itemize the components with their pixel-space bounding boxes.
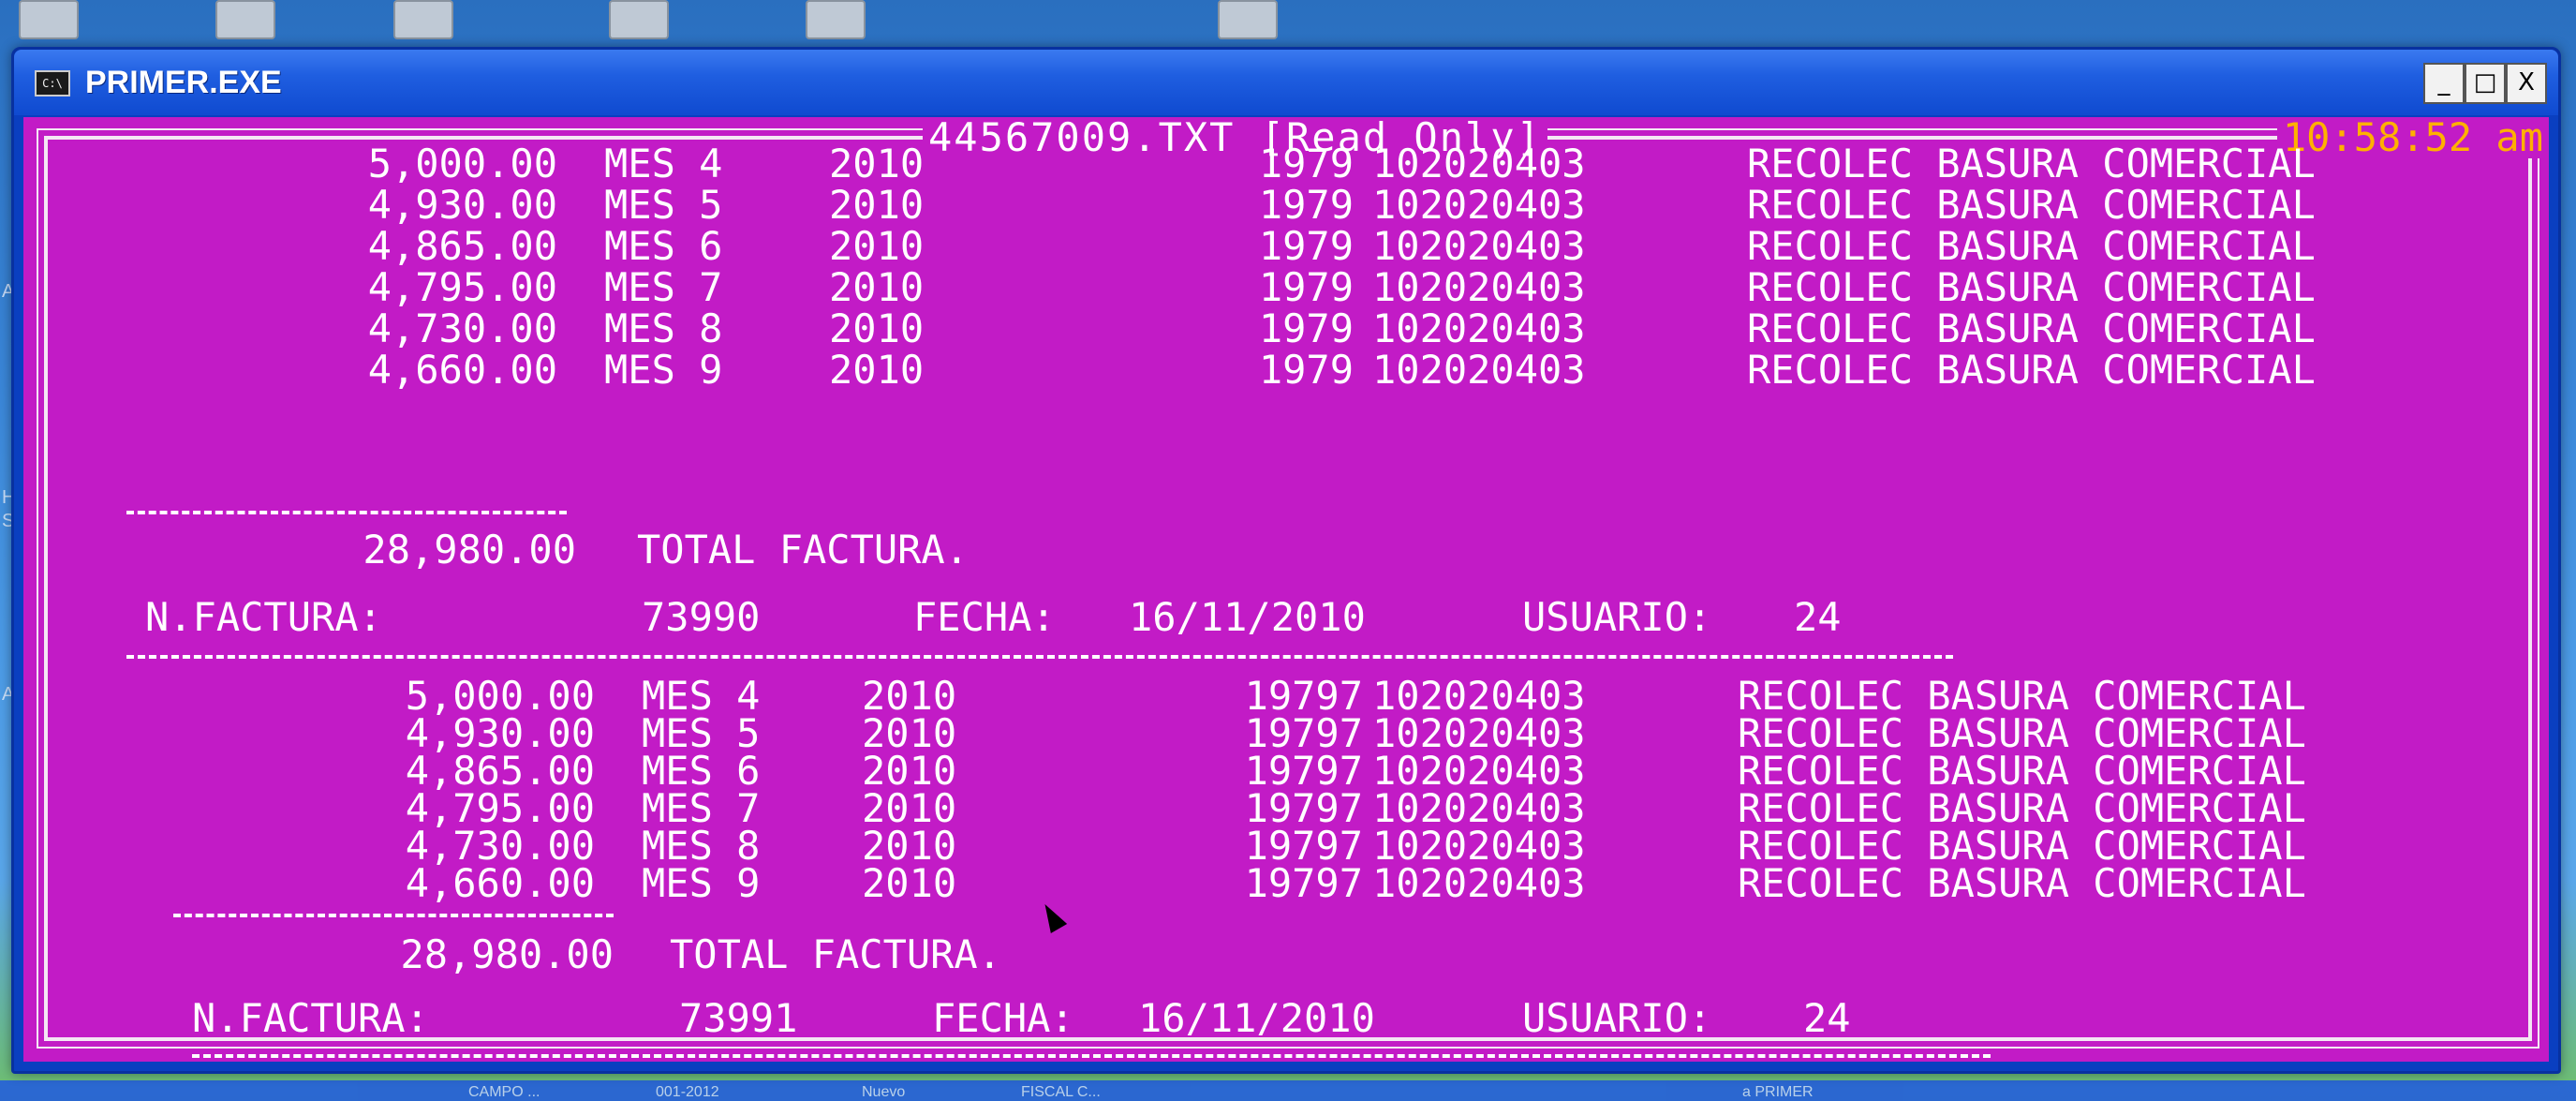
factura-label: N.FACTURA: [192,995,429,1041]
line-month: MES 4 [604,141,723,186]
line-amount: 5,000.00 [367,141,557,186]
line-account: 102020403 [1372,264,1586,310]
invoice-line: 4,930.00 MES 5 2010 1979 102020403 RECOLEC BA… [23,185,2459,226]
line-year: 2010 [829,141,925,186]
line-code: 1979 [1258,182,1354,228]
line-account: 102020403 [1372,305,1586,351]
line-month: MES 7 [604,264,723,310]
console-window[interactable]: C:\ PRIMER.EXE _ □ X 44567009.TXT [Read … [11,47,2561,1074]
line-month: MES 9 [604,347,723,393]
line-year: 2010 [829,305,925,351]
factura-label: N.FACTURA: [145,594,382,640]
divider-line [126,655,1953,659]
total-amount: 28,980.00 [400,931,614,977]
console-icon[interactable]: C:\ [35,70,70,97]
desktop-icon-4[interactable] [609,0,669,39]
line-year: 2010 [829,347,925,393]
factura-number: 73991 [679,995,798,1041]
line-code: 1979 [1258,264,1354,310]
fecha-value: 16/11/2010 [1138,995,1375,1041]
line-concept: RECOLEC BASURA COMERCIAL [1747,347,2316,393]
console-area[interactable]: 44567009.TXT [Read Only] 10:58:52 am 5,0… [23,117,2549,1062]
total-row: 28,980.00 TOTAL FACTURA. [23,934,2459,975]
line-code: 1979 [1258,141,1354,186]
divider-line [126,511,567,514]
fecha-value: 16/11/2010 [1129,594,1366,640]
line-amount: 4,865.00 [367,223,557,269]
line-month: MES 6 [604,223,723,269]
total-row: 28,980.00 TOTAL FACTURA. [23,529,2459,571]
desktop-icon-2[interactable] [215,0,275,39]
line-concept: RECOLEC BASURA COMERCIAL [1747,223,2316,269]
maximize-button[interactable]: □ [2465,63,2506,104]
line-concept: RECOLEC BASURA COMERCIAL [1747,264,2316,310]
invoice-line: 4,795.00 MES 7 2010 1979 102020403 RECOLEC BA… [23,267,2459,308]
taskbar-item[interactable]: 001-2012 [656,1084,719,1101]
taskbar-item[interactable]: a PRIMER [1742,1084,1814,1101]
total-label: TOTAL FACTURA. [670,931,1002,977]
invoice-header: N.FACTURA: 73991 FECHA: 16/11/2010 USUAR… [23,998,2459,1039]
window-titlebar[interactable]: C:\ PRIMER.EXE _ □ X [14,50,2558,115]
taskbar: CAMPO ... 001-2012 Nuevo FISCAL C... a P… [0,1080,2576,1101]
invoice-line: 4,865.00 MES 6 2010 1979 102020403 RECOLEC BA… [23,226,2459,267]
usuario-value: 24 [1794,594,1842,640]
line-year: 2010 [829,182,925,228]
line-account: 102020403 [1372,141,1586,186]
line-amount: 4,660.00 [405,860,595,906]
desktop-icon-1[interactable] [19,0,79,39]
desktop-icon-6[interactable] [1218,0,1278,39]
desktop-icon-5[interactable] [806,0,866,39]
line-concept: RECOLEC BASURA COMERCIAL [1738,860,2306,906]
line-code: 1979 [1258,305,1354,351]
close-button[interactable]: X [2506,63,2547,104]
usuario-label: USUARIO: [1522,995,1712,1041]
taskbar-item[interactable]: FISCAL C... [1021,1084,1101,1101]
divider-line [173,914,614,917]
line-code: 1979 [1258,347,1354,393]
desktop-icon-3[interactable] [393,0,453,39]
line-month: MES 5 [604,182,723,228]
taskbar-item[interactable]: CAMPO ... [468,1084,540,1101]
invoice-header: N.FACTURA: 73990 FECHA: 16/11/2010 USUAR… [23,597,2459,638]
fecha-label: FECHA: [913,594,1056,640]
line-concept: RECOLEC BASURA COMERCIAL [1747,182,2316,228]
total-label: TOTAL FACTURA. [637,527,970,573]
line-account: 102020403 [1372,347,1586,393]
window-title: PRIMER.EXE [85,65,282,100]
total-amount: 28,980.00 [363,527,576,573]
fecha-label: FECHA: [932,995,1074,1041]
taskbar-item[interactable]: Nuevo [862,1084,905,1101]
line-month: MES 9 [642,860,761,906]
line-account: 102020403 [1372,182,1586,228]
line-year: 2010 [829,264,925,310]
invoice-line: 4,730.00 MES 8 2010 1979 102020403 RECOLEC BA… [23,308,2459,350]
invoice-line: 5,000.00 MES 4 2010 1979 102020403 RECOLEC BA… [23,143,2459,185]
line-account: 102020403 [1372,860,1586,906]
invoice-line: 4,660.00 MES 9 2010 19797 102020403 RECOLEC B… [23,863,2459,904]
line-amount: 4,660.00 [367,347,557,393]
line-year: 2010 [829,223,925,269]
usuario-value: 24 [1803,995,1851,1041]
line-code: 19797 [1244,860,1363,906]
line-code: 1979 [1258,223,1354,269]
line-amount: 4,795.00 [367,264,557,310]
line-concept: RECOLEC BASURA COMERCIAL [1747,305,2316,351]
usuario-label: USUARIO: [1522,594,1712,640]
line-amount: 4,730.00 [367,305,557,351]
line-month: MES 8 [604,305,723,351]
line-year: 2010 [862,860,957,906]
factura-number: 73990 [642,594,761,640]
invoice-line: 4,660.00 MES 9 2010 1979 102020403 RECOLEC BA… [23,350,2459,391]
line-account: 102020403 [1372,223,1586,269]
divider-line [192,1054,1991,1058]
line-concept: RECOLEC BASURA COMERCIAL [1747,141,2316,186]
line-amount: 4,930.00 [367,182,557,228]
minimize-button[interactable]: _ [2423,63,2465,104]
